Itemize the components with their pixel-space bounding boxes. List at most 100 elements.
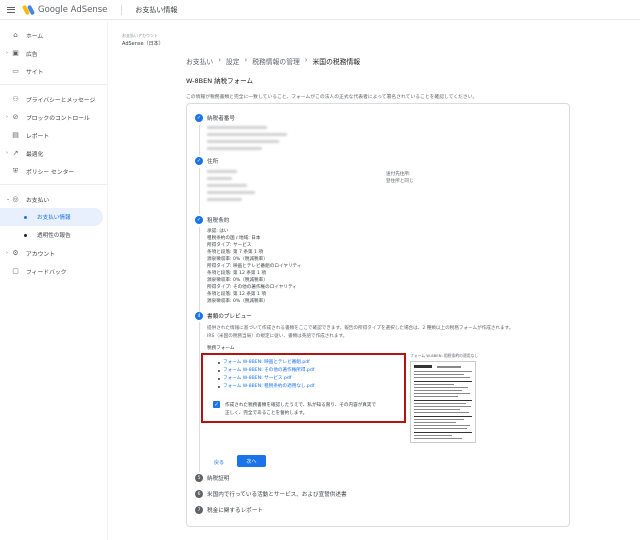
check-icon: ✓ <box>214 401 219 408</box>
step-address[interactable]: 住所 <box>207 157 218 165</box>
breadcrumb-payments[interactable]: お支払い <box>186 56 213 66</box>
step-taxpayer-id[interactable]: 納税者番号 <box>207 114 235 122</box>
sidebar-item-label: サイト <box>26 69 44 76</box>
sidebar-item-optimization[interactable]: › ↗ 最適化 <box>0 144 107 162</box>
sidebar-item-label: 最適化 <box>26 151 44 158</box>
redacted-text <box>207 170 237 173</box>
step-number-badge: 4 <box>195 312 203 320</box>
logo-text: Google AdSense <box>38 4 108 15</box>
gear-icon: ⚙ <box>12 249 19 257</box>
sidebar-divider <box>0 80 107 85</box>
redacted-text <box>207 140 279 143</box>
treaty-line: 所得タイプ: 映画とテレビ番組のロイヤリティ <box>207 264 302 269</box>
breadcrumb-settings[interactable]: 設定 <box>226 56 240 66</box>
menu-icon[interactable] <box>7 6 15 13</box>
step-tax-treaty[interactable]: 租税条約 <box>207 216 229 224</box>
form-link-no-treaty[interactable]: フォーム W-8BEN: 租税条約の適用なし.pdf <box>223 383 314 389</box>
treaty-line: 条項と段落: 第 12 条第 1 項 <box>207 271 266 276</box>
bullet-icon <box>218 370 220 372</box>
breadcrumb: お支払い › 設定 › 税務情報の管理 › 米国の税務情報 <box>186 56 360 66</box>
sidebar-item-account[interactable]: › ⚙ アカウント <box>0 244 107 262</box>
sidebar-item-sites[interactable]: ▭ サイト <box>0 62 107 80</box>
form-link-film-tv[interactable]: フォーム W-8BEN: 映画とテレビ番組.pdf <box>223 359 310 365</box>
document-thumbnail[interactable] <box>410 361 476 443</box>
sidebar-item-label: 広告 <box>26 51 38 58</box>
back-button[interactable]: 戻る <box>214 459 224 466</box>
treaty-line: 所得タイプ: サービス <box>207 243 252 248</box>
shield-icon: ⛨ <box>12 166 19 175</box>
sidebar-item-label: お支払い情報 <box>37 215 71 221</box>
bullet-icon <box>218 362 220 364</box>
redacted-text <box>207 147 262 150</box>
breadcrumb-separator: › <box>244 56 248 64</box>
check-icon: ✓ <box>195 216 203 224</box>
step-tax-report[interactable]: 税金に関するレポート <box>207 506 263 514</box>
treaty-line: 条項と段落: 第 7 条第 1 項 <box>207 250 264 255</box>
preview-caption: フォーム W-8BEN: 租税条約の適用なし <box>410 353 479 358</box>
payment-account: お支払いアカウント AdSense（日本） <box>122 33 164 47</box>
trending-icon: ↗ <box>12 149 19 157</box>
top-app-bar: Google AdSense お支払い情報 <box>0 0 640 20</box>
sidebar-item-blocking[interactable]: › ⊘ ブロックのコントロール <box>0 108 107 126</box>
block-icon: ⊘ <box>12 113 19 121</box>
sidebar-item-feedback[interactable]: ▢ フィードバック <box>0 262 107 280</box>
form-link-other-copyright[interactable]: フォーム W-8BEN: その他の著作権所得.pdf <box>223 367 314 373</box>
step-connector <box>199 168 200 214</box>
confirm-text: 正しく、完全であることを誓約します。 <box>225 411 308 416</box>
check-icon: ✓ <box>195 114 203 122</box>
step-us-activities[interactable]: 米国内で行っている活動とサービス、および宣誓供述書 <box>207 490 347 498</box>
bullet-icon <box>24 233 27 237</box>
tax-forms-label: 税務フォーム <box>207 346 235 351</box>
treaty-line: 源泉徴収率: 0%（税減税率） <box>207 257 268 262</box>
ads-icon: ▣ <box>12 49 19 57</box>
redacted-text <box>207 126 267 129</box>
mailing-address-label: 送付先住所: <box>386 172 411 177</box>
form-link-services[interactable]: フォーム W-8BEN: サービス.pdf <box>223 375 291 381</box>
reports-icon: ▤ <box>12 131 19 139</box>
sidebar-item-label: ブロックのコントロール <box>26 115 90 122</box>
topbar-divider <box>121 4 123 15</box>
sidebar-divider <box>0 180 107 185</box>
sidebar-item-privacy[interactable]: ⚇ プライバシーとメッセージ <box>0 90 107 108</box>
adsense-logo[interactable]: Google AdSense <box>21 4 108 15</box>
check-icon: ✓ <box>195 157 203 165</box>
sidebar-item-label: アカウント <box>26 251 55 258</box>
sidebar-item-label: プライバシーとメッセージ <box>26 97 96 104</box>
sidebar-item-payments[interactable]: ⌄ ◎ お支払い <box>0 190 107 208</box>
step-number-badge: 5 <box>195 474 203 482</box>
redacted-text <box>207 184 247 187</box>
sidebar-item-policy-center[interactable]: ⛨ ポリシー センター <box>0 162 107 180</box>
sidebar-item-home[interactable]: ⌂ ホーム <box>0 26 107 44</box>
sidebar-item-transparency-report[interactable]: 透明性の報告 <box>0 226 107 244</box>
step-document-preview[interactable]: 書類のプレビュー <box>207 312 252 320</box>
step-number-badge: 7 <box>195 506 203 514</box>
bullet-icon <box>218 386 220 388</box>
bullet-icon <box>24 215 27 219</box>
step-connector <box>199 125 200 155</box>
preview-description: 提供された情報に基づいて作成される書類をここで確認できます。報告の所得タイプを選… <box>207 326 514 331</box>
sites-icon: ▭ <box>12 67 19 75</box>
breadcrumb-separator: › <box>218 56 221 64</box>
treaty-line: 源泉徴収率: 0%（税減税率） <box>207 278 268 283</box>
next-button[interactable]: 次へ <box>237 455 266 467</box>
home-icon: ⌂ <box>13 31 18 39</box>
sidebar-item-label: 透明性の報告 <box>37 233 71 239</box>
sidebar-item-ads[interactable]: › ▣ 広告 <box>0 44 107 62</box>
redacted-text <box>207 191 255 194</box>
account-caption: お支払いアカウント <box>122 33 158 38</box>
treaty-line: 所得タイプ: その他の著作権のロイヤリティ <box>207 285 297 290</box>
sidebar-nav: ⌂ ホーム › ▣ 広告 ▭ サイト ⚇ プライバシーとメッセージ › ⊘ ブロ… <box>0 21 108 540</box>
step-connector <box>199 227 200 312</box>
treaty-line: 源泉徴収率: 0%（税減税率） <box>207 299 268 304</box>
step-tax-certification[interactable]: 納税証明 <box>207 474 229 482</box>
sidebar-item-label: お支払い <box>26 197 50 204</box>
confirm-checkbox[interactable]: ✓ <box>213 401 220 408</box>
bullet-icon <box>218 378 220 380</box>
sidebar-item-label: ポリシー センター <box>26 169 75 176</box>
sidebar-item-reports[interactable]: ▤ レポート <box>0 126 107 144</box>
sidebar-item-payment-info[interactable]: お支払い情報 <box>0 208 103 226</box>
adsense-logo-icon <box>21 4 36 15</box>
step-connector <box>199 322 200 472</box>
breadcrumb-tax-info[interactable]: 税務情報の管理 <box>252 56 300 66</box>
form-title: W-8BEN 納税フォーム <box>186 77 253 85</box>
